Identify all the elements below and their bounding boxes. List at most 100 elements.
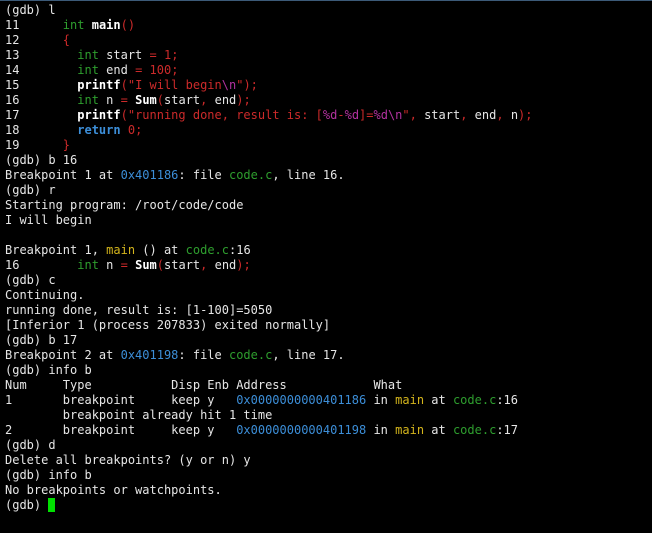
terminal-text: Sum	[135, 258, 157, 272]
terminal-text: main	[106, 243, 136, 257]
terminal-text: Num Type Disp Enb Address What	[5, 378, 403, 392]
terminal-text: Breakpoint 1 at	[5, 168, 121, 182]
terminal-text: code.c	[452, 423, 497, 437]
terminal-line: (gdb) info b	[5, 468, 652, 483]
terminal-text: 16	[5, 258, 78, 272]
terminal-text: (	[156, 258, 165, 272]
terminal-text: end	[467, 108, 497, 122]
terminal-text: at	[424, 423, 453, 437]
terminal-text: in	[366, 393, 396, 407]
terminal-text: );	[236, 93, 251, 107]
terminal-text: ;	[171, 48, 179, 62]
terminal-text: printf	[77, 78, 121, 92]
terminal-text: int	[77, 48, 99, 62]
terminal-line: 18 return 0;	[5, 123, 652, 138]
terminal-text: code.c	[228, 348, 273, 362]
terminal-text: ",	[402, 108, 417, 122]
terminal-text: int	[77, 63, 99, 77]
terminal-text: No breakpoints or watchpoints.	[5, 483, 222, 497]
terminal-line: Delete all breakpoints? (y or n) y	[5, 453, 652, 468]
terminal-text: =	[149, 48, 157, 62]
terminal-text: 19	[5, 138, 63, 152]
terminal-text: breakpoint already hit 1 time	[5, 408, 273, 422]
terminal-text: printf	[77, 108, 121, 122]
terminal-text: ("	[120, 78, 136, 92]
terminal-line: (gdb) b 17	[5, 333, 652, 348]
terminal-text: main	[395, 423, 425, 437]
terminal-line: Num Type Disp Enb Address What	[5, 378, 652, 393]
terminal-text: int	[77, 93, 99, 107]
terminal-text: start	[98, 48, 150, 62]
terminal-text: :16	[496, 393, 518, 407]
terminal-text: 16	[5, 93, 78, 107]
terminal-text: end	[98, 63, 136, 77]
terminal-text: () at	[135, 243, 186, 257]
terminal-text: 18	[5, 123, 78, 137]
terminal-text: 11	[5, 18, 63, 32]
terminal-line: (gdb) b 16	[5, 153, 652, 168]
terminal-text: (gdb) d	[5, 438, 56, 452]
terminal-line: (gdb) l	[5, 3, 652, 18]
terminal-line: Breakpoint 1, main () at code.c:16	[5, 243, 652, 258]
terminal-text: I will begin	[135, 78, 222, 92]
terminal-text: 13	[5, 48, 78, 62]
terminal-text: (gdb) b 16	[5, 153, 78, 167]
terminal-line: (gdb)	[5, 498, 652, 513]
terminal-text: int	[77, 258, 99, 272]
terminal-text: n	[98, 93, 121, 107]
terminal-text: , line 17.	[272, 348, 345, 362]
terminal-text: Sum	[135, 93, 157, 107]
terminal-text: );	[518, 108, 533, 122]
terminal-text: );	[236, 258, 251, 272]
terminal-window[interactable]: (gdb) l 11 int main() 12 {13 int start = 1…	[0, 0, 652, 533]
terminal-text: 17	[5, 108, 78, 122]
terminal-line: (gdb) d	[5, 438, 652, 453]
terminal-text: %d	[322, 108, 338, 122]
terminal-text: end	[207, 258, 237, 272]
terminal-line: 15 printf("I will begin\n");	[5, 78, 652, 93]
terminal-text: : file	[178, 168, 229, 182]
terminal-text: start	[416, 108, 461, 122]
terminal-text: :17	[496, 423, 518, 437]
terminal-text: (gdb) info b	[5, 363, 92, 377]
terminal-text: code.c	[185, 243, 229, 257]
terminal-text: -	[337, 108, 345, 122]
terminal-text: n	[98, 258, 121, 272]
terminal-line: Breakpoint 2 at 0x401198: file code.c, l…	[5, 348, 652, 363]
terminal-text: Continuing.	[5, 288, 85, 302]
terminal-line: (gdb) c	[5, 273, 652, 288]
terminal-text: (gdb) b 17	[5, 333, 78, 347]
terminal-text: 12	[5, 33, 63, 47]
terminal-text: end	[207, 93, 237, 107]
terminal-text: ]=	[359, 108, 374, 122]
terminal-text: %d	[344, 108, 360, 122]
terminal-text: 0x0000000000401198	[236, 423, 367, 437]
terminal-line: Starting program: /root/code/code	[5, 198, 652, 213]
terminal-line: 17 printf("running done, result is: [%d-…	[5, 108, 652, 123]
terminal-text: \n	[221, 78, 237, 92]
terminal-line: 1 breakpoint keep y 0x0000000000401186 i…	[5, 393, 652, 408]
terminal-text: Starting program: /root/code/code	[5, 198, 244, 212]
terminal-text: Breakpoint 1,	[5, 243, 107, 257]
terminal-line: 16 int n = Sum(start, end);	[5, 93, 652, 108]
terminal-text: {	[62, 33, 71, 47]
terminal-line: 12 {	[5, 33, 652, 48]
terminal-text: I will begin	[5, 213, 92, 227]
terminal-text: Delete all breakpoints? (y or n) y	[5, 453, 251, 467]
terminal-text: 1 breakpoint keep y	[5, 393, 237, 407]
terminal-line: 2 breakpoint keep y 0x0000000000401198 i…	[5, 423, 652, 438]
terminal-text: Breakpoint 2 at	[5, 348, 121, 362]
terminal-line: 14 int end = 100;	[5, 63, 652, 78]
terminal-text: 0x401198	[120, 348, 179, 362]
terminal-text: (gdb) l	[5, 3, 56, 17]
terminal-text: return	[77, 123, 121, 137]
terminal-line: I will begin	[5, 213, 652, 228]
terminal-text: int	[62, 18, 85, 32]
